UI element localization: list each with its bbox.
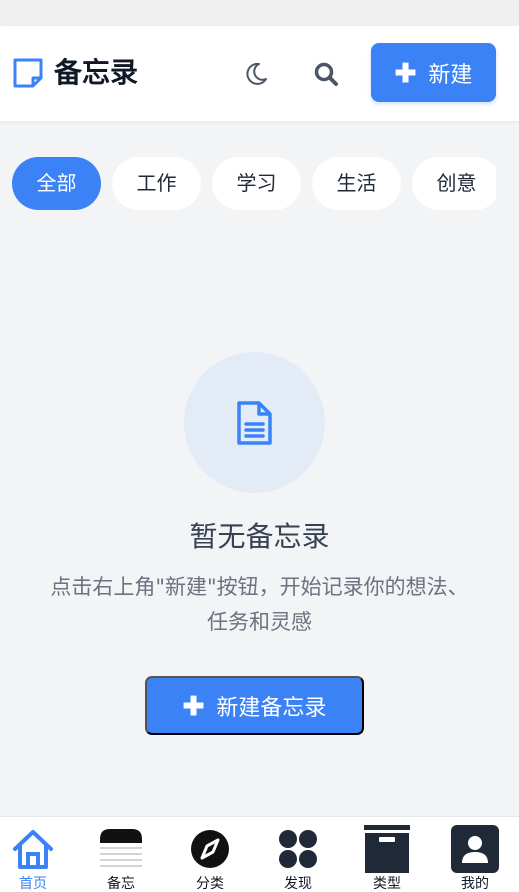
empty-state-description-line1: 点击右上角"新建"按钮，开始记录你的想法、 [50,575,469,599]
create-memo-button[interactable]: ✚ 新建备忘录 [145,676,364,735]
status-strip [0,0,519,26]
archive-icon [364,825,410,873]
plus-icon: ✚ [394,57,417,88]
nav-label-profile: 我的 [461,876,489,892]
page-title: 备忘录 [54,56,139,89]
nav-item-category[interactable]: 分类 [167,817,253,892]
home-icon [13,830,53,869]
empty-state-title: 暂无备忘录 [189,520,330,553]
document-icon [237,401,272,445]
nav-item-profile[interactable]: 我的 [432,817,518,892]
compass-icon [191,830,229,868]
new-button-label: 新建 [428,61,473,87]
category-tabs: 全部 工作 学习 生活 创意 [12,157,496,210]
moon-icon [246,62,267,85]
memo-icon [100,829,142,867]
tab-life[interactable]: 生活 [312,157,401,210]
create-memo-button-label: 新建备忘录 [216,694,327,720]
nav-item-memo[interactable]: 备忘 [78,817,164,892]
empty-state-description-line2: 任务和灵感 [207,610,312,634]
empty-state-illustration [184,352,325,493]
nav-label-memo: 备忘 [107,876,135,892]
nav-label-type: 类型 [373,876,401,892]
nav-label-category: 分类 [196,876,224,892]
note-icon [13,58,43,88]
brand: 备忘录 [12,56,138,90]
empty-state-description: 点击右上角"新建"按钮，开始记录你的想法、 任务和灵感 [10,570,509,640]
bottom-nav: 首页 备忘 分类 发现 类型 我的 [0,816,519,892]
new-memo-button[interactable]: ✚ 新建 [371,43,496,102]
app-header: 备忘录 ✚ 新建 [0,26,519,121]
plus-icon: ✚ [182,690,205,721]
tab-work[interactable]: 工作 [112,157,201,210]
tab-creative[interactable]: 创意 [412,157,496,210]
search-button[interactable] [312,60,340,88]
nav-label-home: 首页 [19,876,47,892]
user-icon [451,825,499,873]
tab-study[interactable]: 学习 [212,157,301,210]
grid-icon [279,830,317,868]
theme-toggle-button[interactable] [242,60,270,88]
nav-label-discover: 发现 [284,876,312,892]
tab-all[interactable]: 全部 [12,157,101,210]
nav-item-type[interactable]: 类型 [344,817,430,892]
nav-item-home[interactable]: 首页 [0,817,76,892]
search-icon [314,62,338,86]
nav-item-discover[interactable]: 发现 [255,817,341,892]
